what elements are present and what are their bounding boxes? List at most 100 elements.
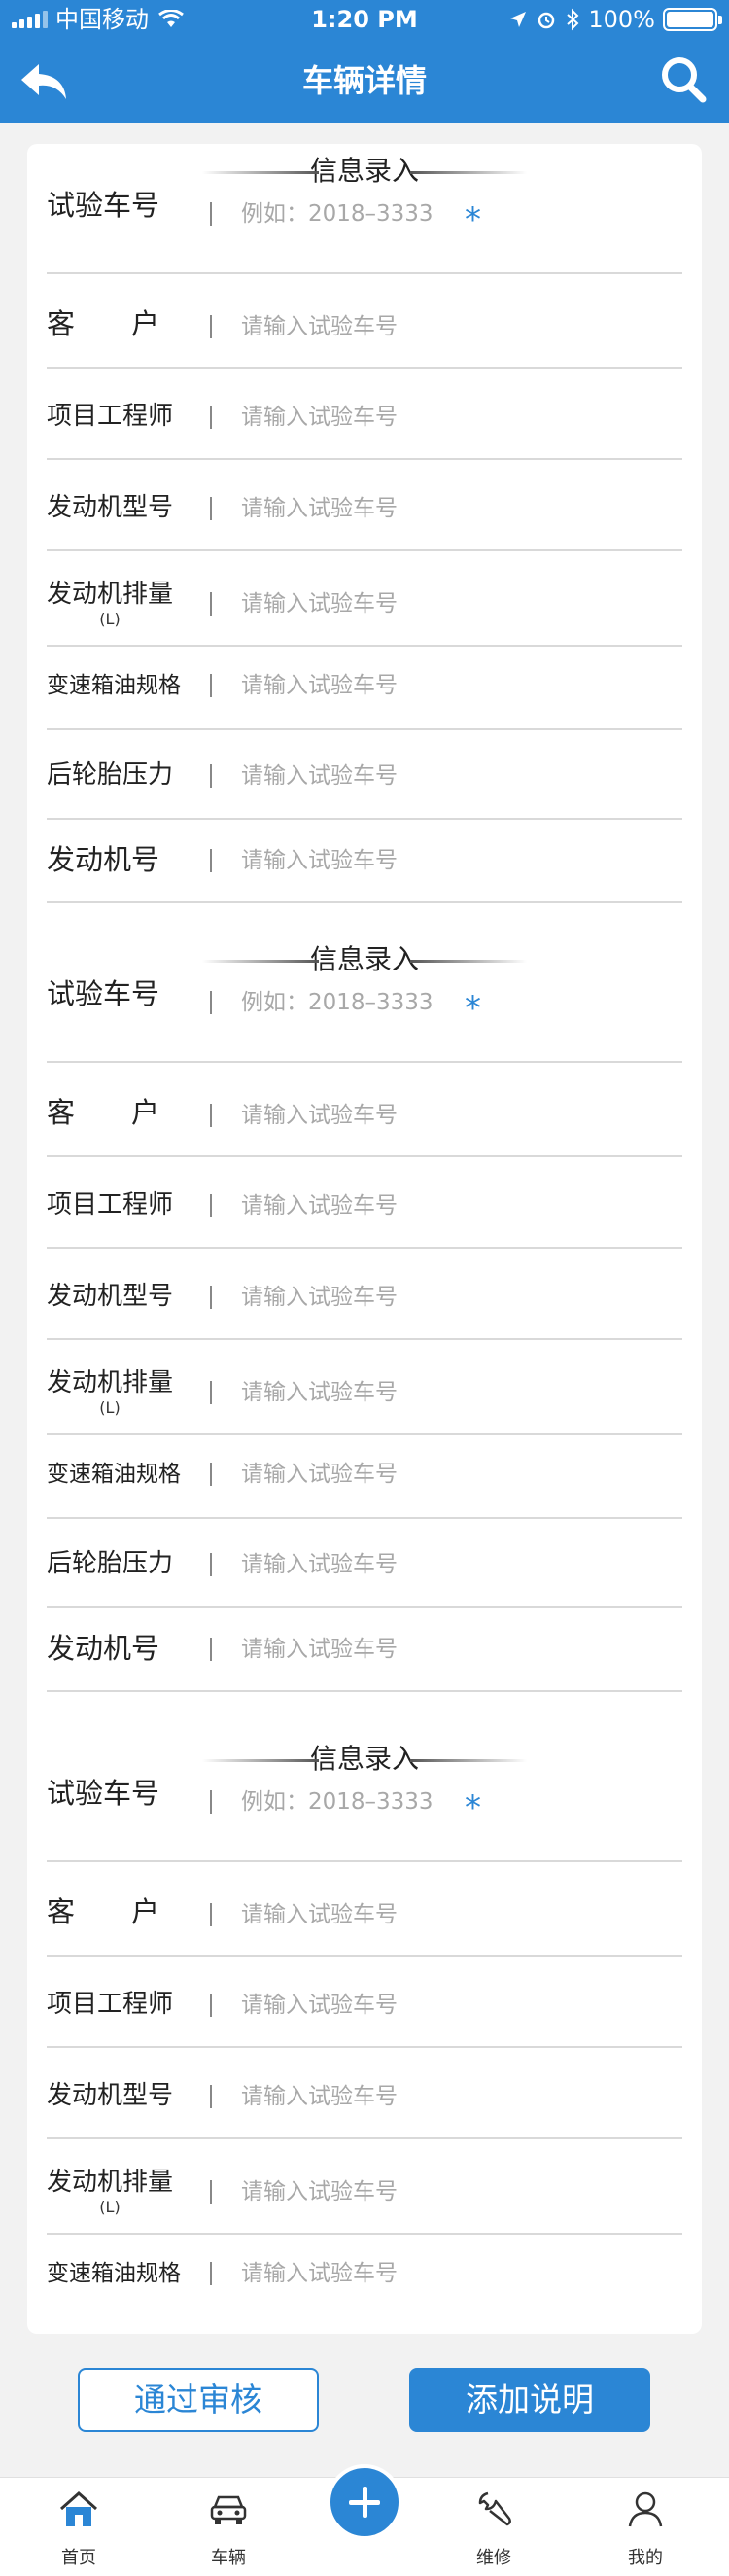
customer-input[interactable] (241, 1898, 591, 1931)
tab-home-label: 首页 (61, 2548, 96, 2568)
field-label: 项目工程师 (47, 402, 174, 431)
field-rear-tire-pressure: 后轮胎压力 (47, 730, 682, 820)
engine-displacement-input[interactable] (241, 2175, 591, 2208)
info-card: 信息录入 试验车号 * 客 户 项目工程师 发动机型号 发动机排量 (27, 144, 702, 2334)
field-project-engineer: 项目工程师 (47, 369, 682, 460)
page-title: 车辆详情 (301, 62, 427, 99)
unit-label: (L) (99, 2197, 121, 2216)
section-title: 信息录入 (27, 940, 702, 979)
field-label: 客 户 (47, 307, 160, 340)
engine-displacement-input[interactable] (241, 1376, 591, 1409)
field-label: 发动机型号 (47, 493, 174, 522)
engine-no-input[interactable] (241, 1633, 591, 1666)
car-icon (210, 2495, 247, 2524)
field-transmission-oil: 变速箱油规格 (47, 647, 682, 730)
tab-vehicle[interactable]: 车辆 (175, 2478, 282, 2576)
field-customer: 客 户 (47, 1063, 682, 1157)
field-label: 发动机排量 (L) (47, 580, 174, 628)
search-icon[interactable] (659, 54, 708, 105)
field-label: 发动机号 (47, 1632, 160, 1665)
info-section: 信息录入 试验车号 * 客 户 项目工程师 发动机型号 发动机排量 (27, 940, 702, 1709)
transmission-oil-input[interactable] (241, 2257, 591, 2290)
engine-displacement-input[interactable] (241, 587, 591, 620)
required-mark: * (465, 989, 481, 1028)
field-engine-no: 发动机号 (47, 820, 682, 903)
approve-button[interactable]: 通过审核 (78, 2368, 319, 2432)
field-label: 试验车号 (47, 977, 160, 1010)
field-label: 项目工程师 (47, 1990, 174, 2019)
unit-label: (L) (99, 609, 121, 628)
engine-no-input[interactable] (241, 844, 591, 877)
customer-input[interactable] (241, 310, 591, 343)
field-engine-model: 发动机型号 (47, 460, 682, 551)
alarm-icon (538, 12, 555, 29)
section-title: 信息录入 (27, 1740, 702, 1779)
field-test-vehicle-no: 试验车号 * (47, 1777, 682, 1862)
field-label: 项目工程师 (47, 1190, 174, 1219)
field-engine-no: 发动机号 (47, 1608, 682, 1692)
tab-home[interactable]: 首页 (25, 2478, 132, 2576)
field-label: 试验车号 (47, 1777, 160, 1810)
field-label: 变速箱油规格 (47, 2261, 181, 2286)
field-rear-tire-pressure: 后轮胎压力 (47, 1519, 682, 1608)
field-label: 变速箱油规格 (47, 673, 181, 698)
engine-model-input[interactable] (241, 1281, 591, 1314)
test-vehicle-no-input[interactable] (241, 986, 591, 1019)
field-engine-displacement: 发动机排量 (L) (47, 2139, 682, 2235)
field-customer: 客 户 (47, 1862, 682, 1957)
tab-mine-label: 我的 (628, 2548, 663, 2568)
field-engine-displacement: 发动机排量 (L) (47, 1340, 682, 1435)
field-label: 后轮胎压力 (47, 760, 174, 790)
unit-label: (L) (99, 1397, 121, 1417)
status-bar: 中国移动 1:20 PM 100% (0, 0, 729, 39)
battery-percent: 100% (588, 6, 655, 33)
project-engineer-input[interactable] (241, 1989, 591, 2022)
field-project-engineer: 项目工程师 (47, 1957, 682, 2048)
info-section: 信息录入 试验车号 * 客 户 项目工程师 发动机型号 发动机排量 (27, 1740, 702, 2323)
add-note-button[interactable]: 添加说明 (409, 2368, 650, 2432)
field-engine-displacement: 发动机排量 (L) (47, 551, 682, 647)
location-icon (510, 12, 527, 27)
field-engine-model: 发动机型号 (47, 1249, 682, 1340)
field-label: 试验车号 (47, 189, 160, 222)
project-engineer-input[interactable] (241, 401, 591, 434)
plus-icon[interactable] (327, 2464, 402, 2540)
test-vehicle-no-input[interactable] (241, 197, 591, 230)
field-test-vehicle-no: 试验车号 * (47, 189, 682, 274)
required-mark: * (465, 200, 481, 239)
info-section: 信息录入 试验车号 * 客 户 项目工程师 发动机型号 发动机排量 (27, 152, 702, 920)
customer-input[interactable] (241, 1099, 591, 1132)
engine-model-input[interactable] (241, 492, 591, 525)
app-header: 中国移动 1:20 PM 100% 车辆详情 (0, 0, 729, 123)
test-vehicle-no-input[interactable] (241, 1785, 591, 1818)
battery-icon (663, 8, 722, 31)
bluetooth-icon (567, 8, 579, 31)
field-test-vehicle-no: 试验车号 * (47, 977, 682, 1063)
transmission-oil-input[interactable] (241, 669, 591, 702)
field-label: 发动机型号 (47, 1282, 174, 1311)
home-icon (60, 2490, 97, 2526)
field-project-engineer: 项目工程师 (47, 1157, 682, 1249)
tab-repair-label: 维修 (476, 2548, 511, 2568)
rear-tire-pressure-input[interactable] (241, 1548, 591, 1581)
required-mark: * (465, 1788, 481, 1827)
tab-repair[interactable]: 维修 (440, 2478, 547, 2576)
tab-mine[interactable]: 我的 (592, 2478, 699, 2576)
field-engine-model: 发动机型号 (47, 2048, 682, 2139)
rear-tire-pressure-input[interactable] (241, 759, 591, 793)
field-label: 客 户 (47, 1096, 160, 1129)
project-engineer-input[interactable] (241, 1189, 591, 1222)
transmission-oil-input[interactable] (241, 1458, 591, 1491)
field-transmission-oil: 变速箱油规格 (47, 1435, 682, 1519)
field-transmission-oil: 变速箱油规格 (47, 2235, 682, 2318)
field-label: 发动机排量 (L) (47, 1368, 174, 1417)
user-icon (628, 2491, 663, 2527)
section-title: 信息录入 (27, 152, 702, 191)
field-label: 发动机排量 (L) (47, 2168, 174, 2216)
field-label: 变速箱油规格 (47, 1462, 181, 1487)
tab-vehicle-label: 车辆 (211, 2548, 246, 2568)
field-label: 客 户 (47, 1895, 160, 1928)
engine-model-input[interactable] (241, 2080, 591, 2113)
wrench-icon (478, 2491, 511, 2526)
field-label: 发动机号 (47, 843, 160, 876)
